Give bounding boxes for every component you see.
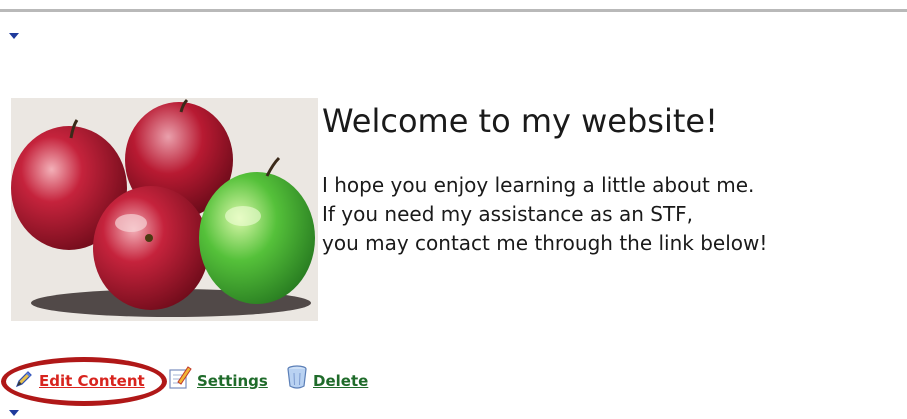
top-divider xyxy=(0,9,907,12)
triangle-down-icon[interactable] xyxy=(9,33,19,39)
page-title: Welcome to my website! xyxy=(322,102,718,140)
intro-paragraph: I hope you enjoy learning a little about… xyxy=(322,171,902,258)
content-actions: Edit Content Settings Delete xyxy=(0,355,420,406)
intro-line: If you need my assistance as an STF, xyxy=(322,202,694,226)
edit-content-link[interactable]: Edit Content xyxy=(39,372,145,390)
settings-icon[interactable] xyxy=(168,364,192,394)
apples-image xyxy=(11,98,318,321)
triangle-down-icon[interactable] xyxy=(9,410,19,416)
delete-link[interactable]: Delete xyxy=(313,372,368,390)
trash-icon[interactable] xyxy=(286,364,308,394)
pencil-icon[interactable] xyxy=(14,369,34,393)
settings-link[interactable]: Settings xyxy=(197,372,268,390)
intro-line: I hope you enjoy learning a little about… xyxy=(322,173,755,197)
intro-line: you may contact me through the link belo… xyxy=(322,231,768,255)
